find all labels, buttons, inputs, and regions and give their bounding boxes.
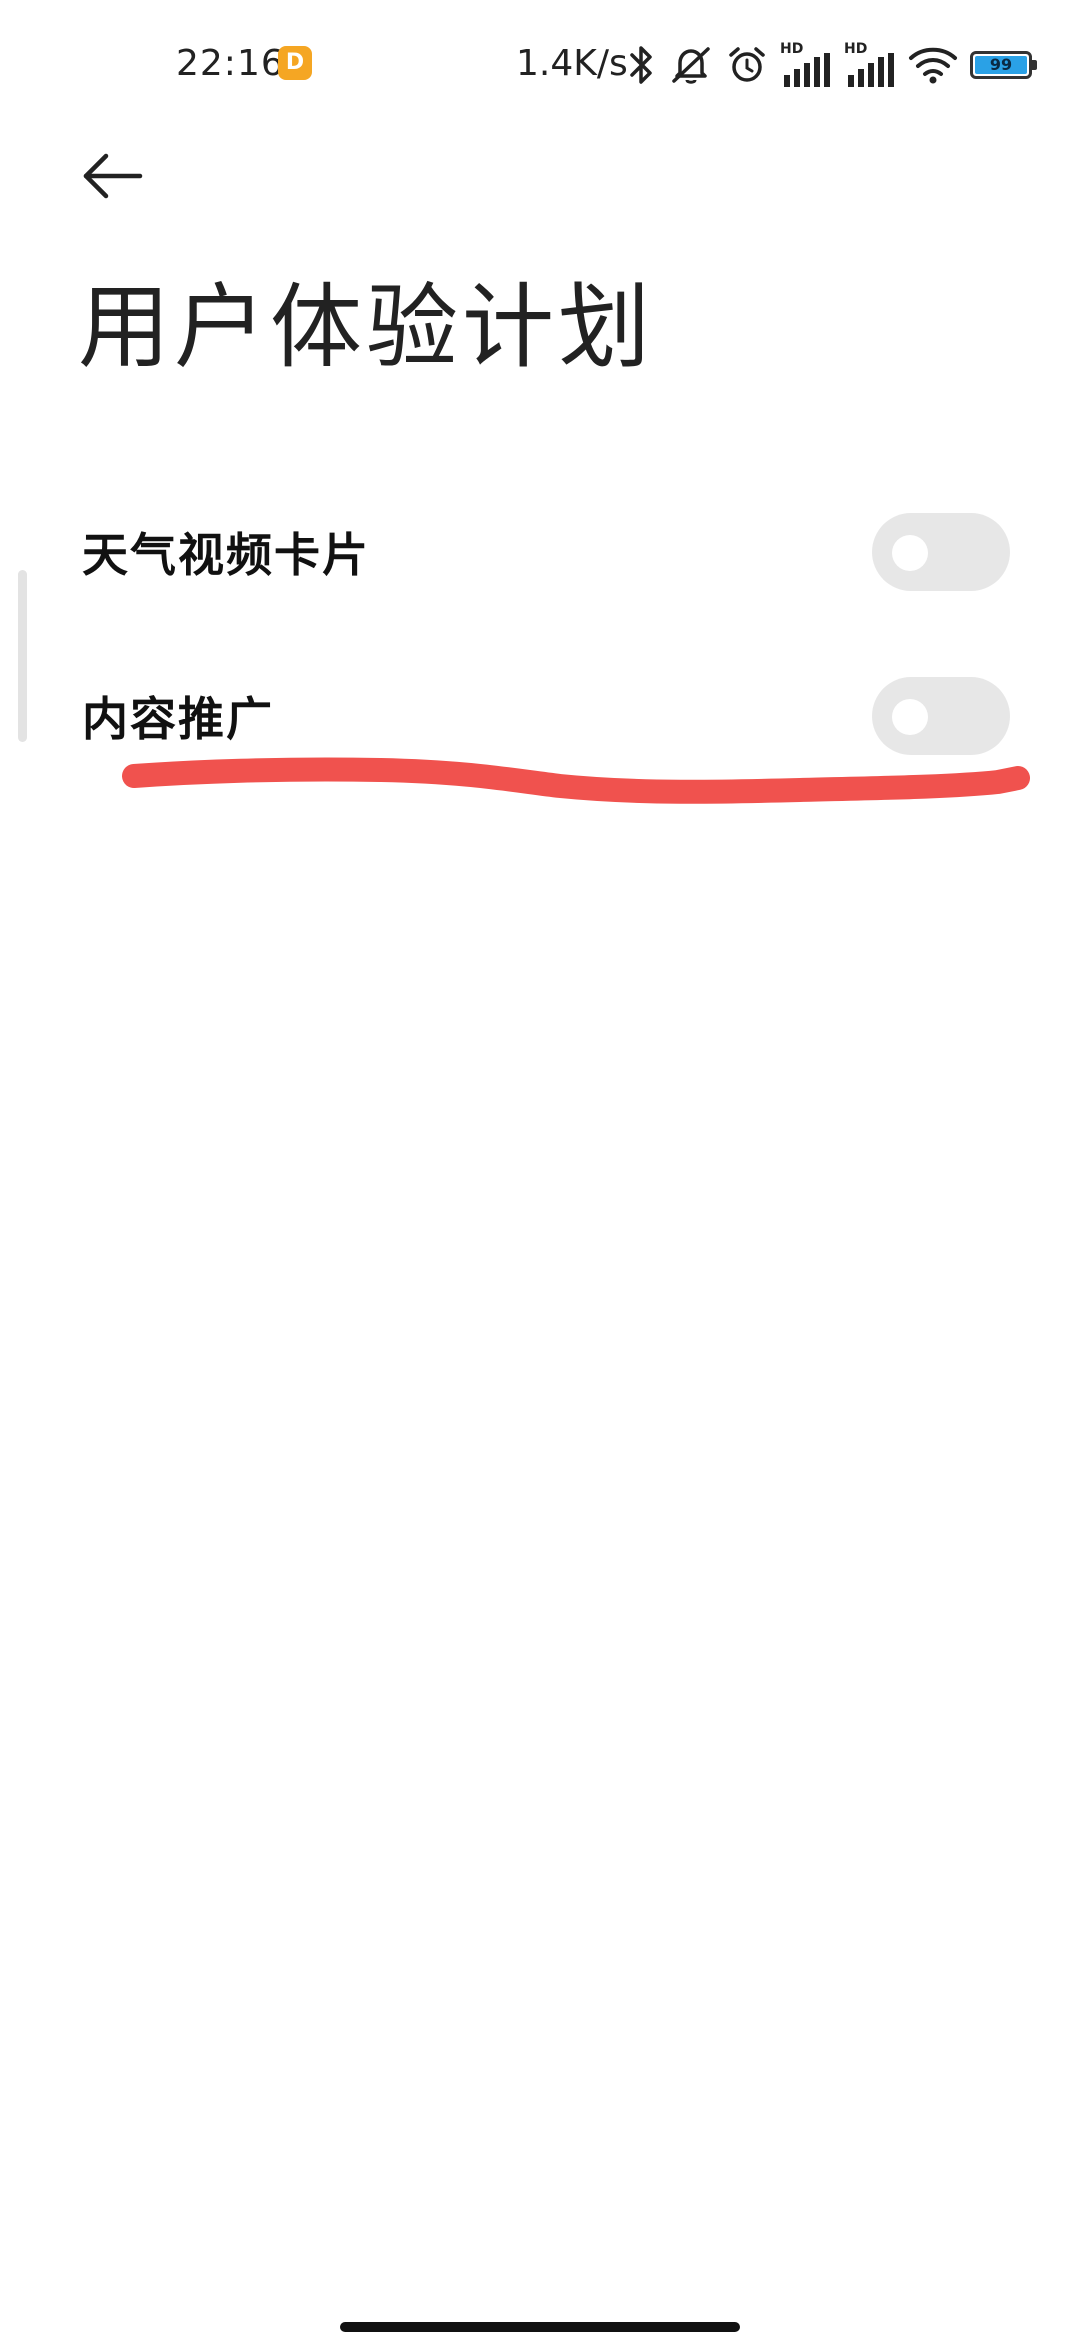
content-promotion-toggle[interactable]	[872, 677, 1010, 755]
alarm-icon	[729, 47, 765, 82]
arrow-left-icon	[83, 153, 143, 199]
status-icons: HD HD 99	[626, 40, 1037, 90]
network-speed: 1.4K/s	[516, 43, 628, 84]
page-title: 用户体验计划	[78, 274, 655, 381]
settings-list: 天气视频卡片 内容推广	[0, 470, 1080, 798]
toggle-knob	[892, 535, 928, 571]
setting-label: 天气视频卡片	[82, 528, 370, 582]
status-bar: 22:16 D 1.4K/s HD HD 99	[0, 0, 1080, 130]
battery-level: 99	[975, 56, 1027, 74]
toggle-knob	[892, 699, 928, 735]
wifi-icon	[909, 47, 957, 84]
battery-icon: 99	[970, 51, 1037, 79]
mute-icon	[672, 47, 710, 84]
app-notification-icon: D	[278, 46, 312, 80]
signal-icon: HD	[780, 41, 832, 87]
back-button[interactable]	[72, 136, 152, 216]
weather-video-card-toggle[interactable]	[872, 513, 1010, 591]
home-indicator[interactable]	[340, 2322, 740, 2332]
setting-label: 内容推广	[82, 692, 274, 746]
setting-row-weather-video-card[interactable]: 天气视频卡片	[0, 470, 1080, 634]
bluetooth-icon	[630, 46, 652, 84]
red-annotation-stroke	[122, 757, 1030, 804]
signal-icon: HD	[844, 41, 896, 87]
status-time: 22:16	[176, 43, 285, 84]
